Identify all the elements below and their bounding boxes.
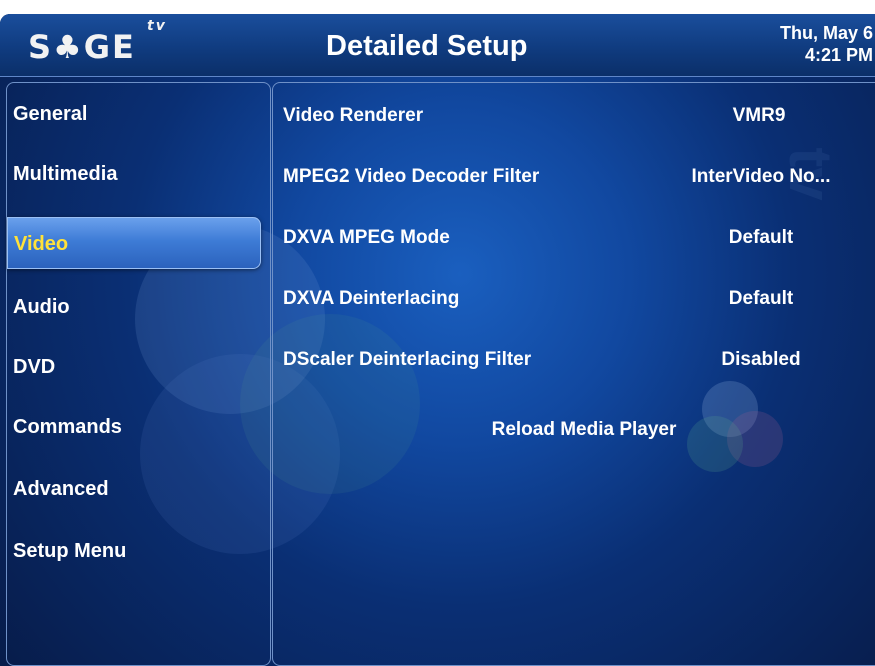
setting-row-dxva-deinterlacing[interactable]: DXVA Deinterlacing Default bbox=[273, 279, 873, 319]
menu-item-general[interactable]: General bbox=[7, 88, 261, 140]
reload-media-player-button[interactable]: Reload Media Player bbox=[459, 410, 709, 450]
menu-item-multimedia[interactable]: Multimedia bbox=[7, 148, 261, 200]
setting-label: MPEG2 Video Decoder Filter bbox=[283, 166, 540, 187]
setting-value: InterVideo No... bbox=[691, 166, 831, 187]
setting-label: Video Renderer bbox=[283, 105, 424, 126]
menu-item-video[interactable]: Video bbox=[7, 217, 261, 269]
clock: Thu, May 6 4:21 PM bbox=[780, 22, 873, 66]
setting-row-video-renderer[interactable]: Video Renderer VMR9 bbox=[273, 96, 873, 136]
sage-tv-screen: tv S♣GE tv Detailed Setup Thu, May 6 4:2… bbox=[0, 14, 875, 666]
menu-item-advanced[interactable]: Advanced bbox=[7, 463, 261, 515]
setting-value: Default bbox=[728, 288, 794, 309]
setting-label: DScaler Deinterlacing Filter bbox=[283, 349, 532, 370]
setting-value: Default bbox=[728, 227, 794, 248]
header-bar: S♣GE tv Detailed Setup Thu, May 6 4:21 P… bbox=[0, 14, 875, 77]
menu-item-commands[interactable]: Commands bbox=[7, 401, 261, 453]
setting-row-mpeg2-decoder[interactable]: MPEG2 Video Decoder Filter InterVideo No… bbox=[273, 157, 873, 197]
menu-item-audio[interactable]: Audio bbox=[7, 281, 261, 333]
setting-row-dscaler-filter[interactable]: DScaler Deinterlacing Filter Disabled bbox=[273, 340, 873, 380]
sage-tv-logo: S♣GE tv bbox=[28, 18, 167, 66]
category-menu: General Multimedia Video Audio DVD Comma… bbox=[6, 82, 271, 666]
setting-row-dxva-mpeg-mode[interactable]: DXVA MPEG Mode Default bbox=[273, 218, 873, 258]
setting-label: DXVA MPEG Mode bbox=[283, 227, 450, 248]
setting-value: VMR9 bbox=[732, 105, 786, 126]
clock-date: Thu, May 6 bbox=[779, 23, 873, 43]
settings-panel: Video Renderer VMR9 MPEG2 Video Decoder … bbox=[272, 82, 875, 666]
setting-value: Disabled bbox=[721, 349, 801, 370]
setting-label: DXVA Deinterlacing bbox=[283, 288, 460, 309]
page-title: Detailed Setup bbox=[326, 30, 528, 62]
menu-item-dvd[interactable]: DVD bbox=[7, 341, 261, 393]
menu-item-setup-menu[interactable]: Setup Menu bbox=[7, 525, 261, 577]
clock-time: 4:21 PM bbox=[804, 45, 873, 65]
